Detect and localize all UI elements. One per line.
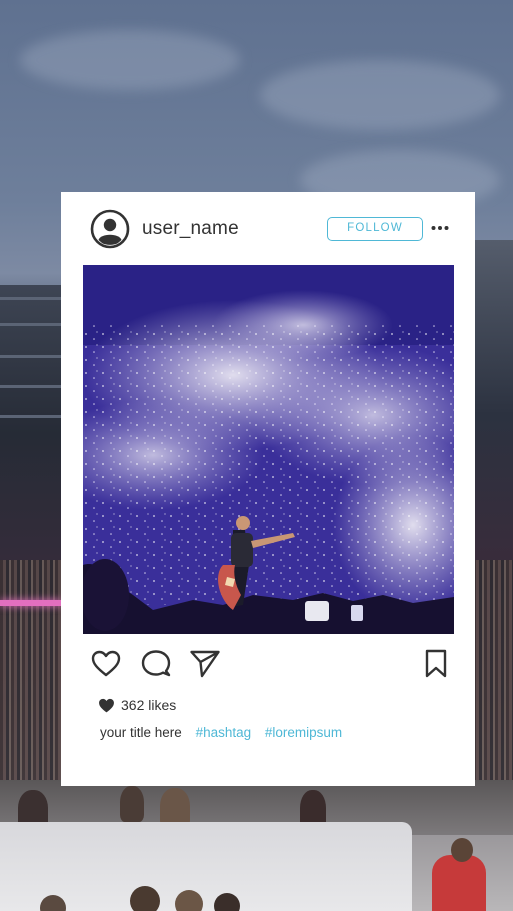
post-actions [61,648,475,682]
heart-outline-icon[interactable] [90,648,122,680]
stage-light [0,600,62,606]
user-avatar-icon[interactable] [90,209,130,249]
comment-bubble-icon[interactable] [140,648,172,680]
post-card: user_name FOLLOW 362 likes your title he… [61,192,475,786]
hashtag-link[interactable]: #loremipsum [265,725,342,740]
heart-filled-icon [99,698,114,712]
likes-count[interactable]: 362 likes [121,697,176,713]
post-caption: your title here #hashtag #loremipsum [100,725,342,740]
stadium-stand-right [473,240,513,590]
post-title: your title here [100,725,182,740]
paper-plane-icon[interactable] [189,648,221,680]
person-red-jacket [432,855,486,911]
bookmark-icon[interactable] [420,648,452,680]
post-photo[interactable] [83,265,454,634]
likes-row: 362 likes [98,696,176,714]
follow-button[interactable]: FOLLOW [327,217,423,241]
more-horizontal-icon[interactable] [430,218,450,238]
username[interactable]: user_name [142,218,239,240]
hashtag-link[interactable]: #hashtag [196,725,252,740]
post-header: user_name FOLLOW [61,192,475,264]
